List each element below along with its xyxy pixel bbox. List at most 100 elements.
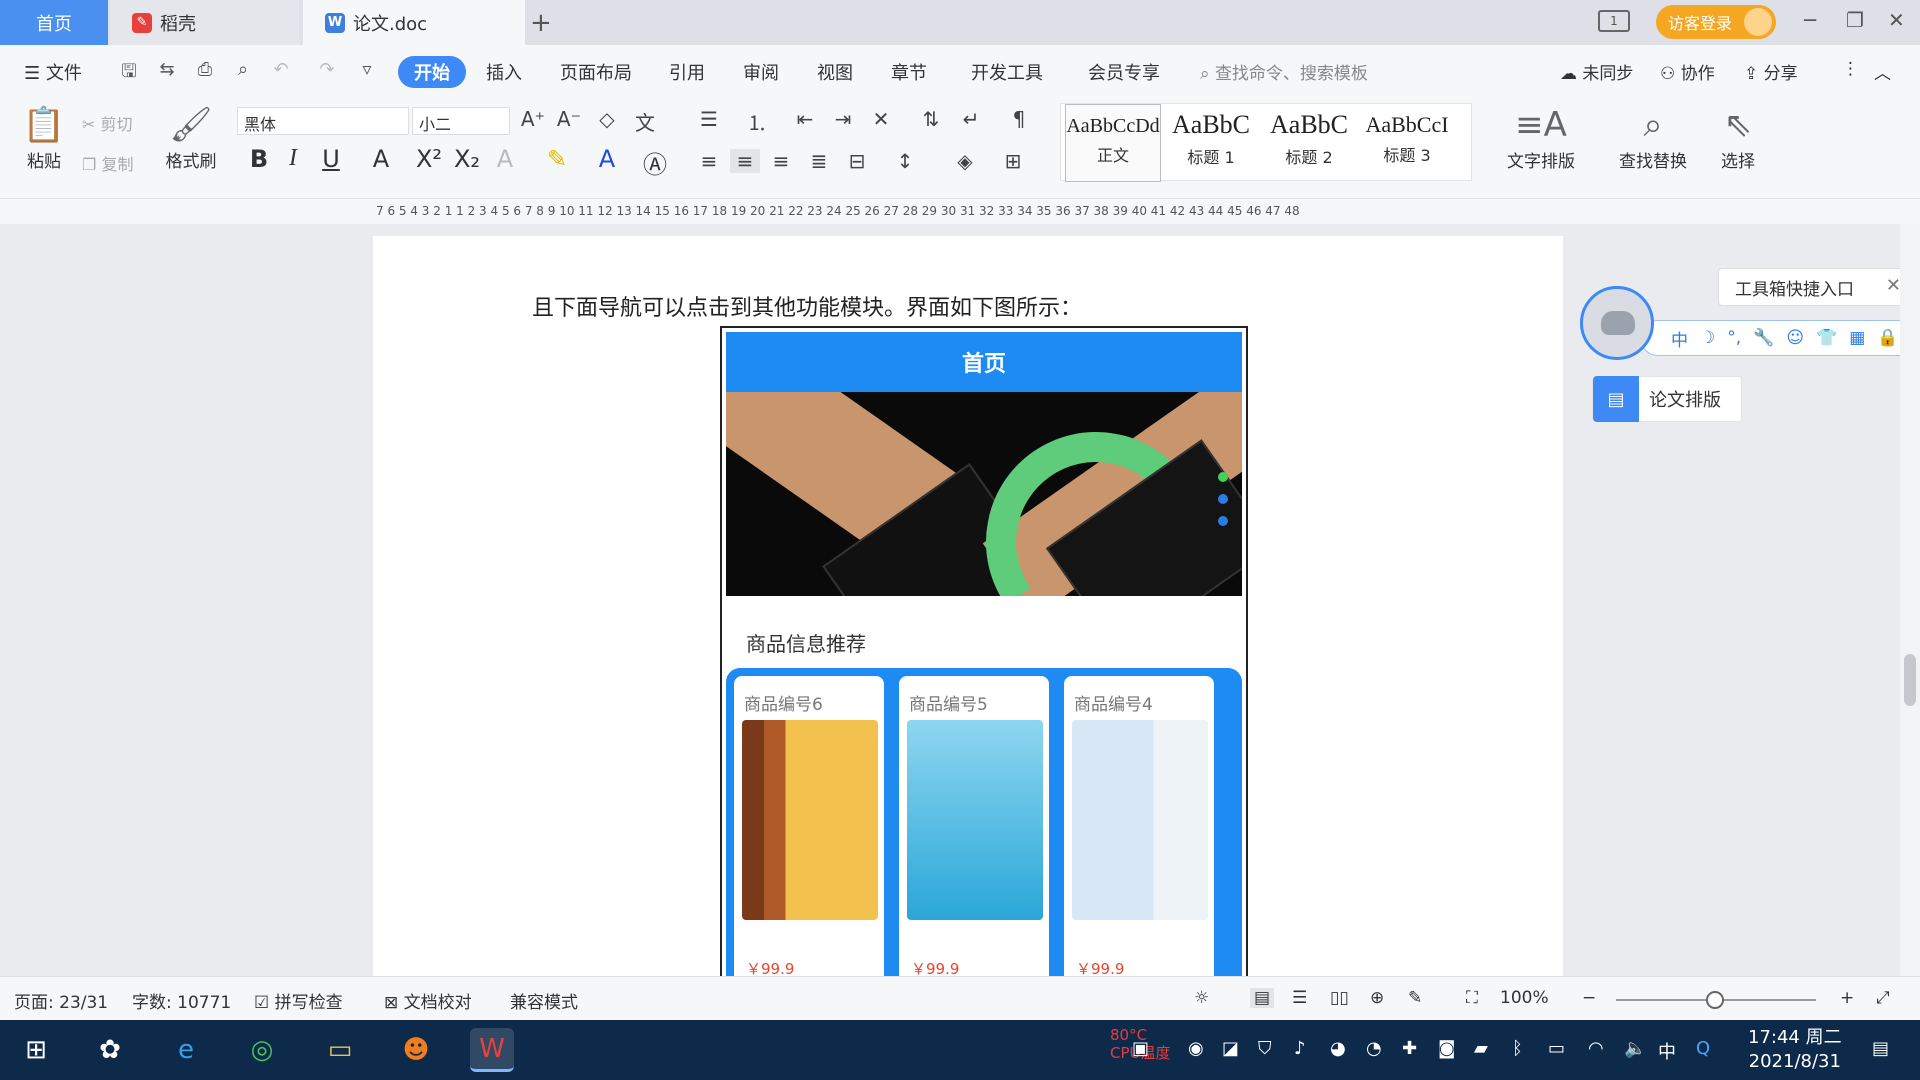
word-count[interactable]: 字数: 10771 [132, 988, 231, 1013]
font-name-select[interactable]: 黑体 [237, 107, 409, 135]
sync-status-button[interactable]: ☁ 未同步 [1560, 59, 1633, 84]
spell-check-button[interactable]: ☑ 拼写检查 [254, 988, 343, 1013]
zoom-level[interactable]: 100% [1500, 988, 1549, 1008]
shading-icon[interactable]: ◈ [950, 149, 980, 173]
share-button[interactable]: ⇪ 分享 [1744, 59, 1798, 84]
cut-button[interactable]: ✂ 剪切 [82, 111, 133, 135]
document-paragraph[interactable]: 且下面导航可以点击到其他功能模块。界面如下图所示： [532, 290, 1082, 322]
print-icon[interactable]: ⎙ [194, 59, 216, 81]
italic-icon[interactable]: I [278, 145, 308, 172]
ime-language-indicator[interactable]: 中 [1658, 1038, 1676, 1064]
copy-button[interactable]: ❐ 复制 [82, 151, 133, 175]
app-tray-icon-5[interactable]: ◙ [1438, 1038, 1455, 1059]
horizontal-ruler[interactable]: 7 6 5 4 3 2 1 1 2 3 4 5 6 7 8 9 10 11 12… [0, 199, 1920, 224]
more-icon[interactable]: ⋮ [1842, 59, 1859, 79]
borders-icon[interactable]: ⊞ [998, 149, 1028, 173]
wps-office-icon[interactable]: W [470, 1028, 514, 1072]
increase-indent-icon[interactable]: ⇥ [828, 107, 858, 131]
page-indicator[interactable]: 页面: 23/31 [14, 988, 108, 1013]
close-window-button[interactable]: ✕ [1888, 8, 1905, 32]
font-size-select[interactable]: 小二 [412, 107, 510, 135]
customize-chevron-icon[interactable]: ▿ [356, 59, 378, 81]
export-icon[interactable]: ⇆ [156, 59, 178, 81]
fit-page-icon[interactable]: ⛶ [1466, 988, 1478, 1008]
style-normal[interactable]: AaBbCcDd 正文 [1065, 104, 1161, 182]
chinese-layout-icon[interactable]: ✕ [866, 107, 896, 131]
bluetooth-icon[interactable]: ᛒ [1512, 1038, 1523, 1059]
justify-icon[interactable]: ≣ [804, 149, 834, 173]
redo-icon[interactable]: ↷ [316, 59, 338, 81]
scrollbar-thumb[interactable] [1904, 654, 1916, 706]
numbered-list-icon[interactable]: ⒈ [742, 107, 772, 136]
style-heading-1[interactable]: AaBbC 标题 1 [1163, 104, 1259, 182]
file-explorer-icon[interactable]: ▭ [318, 1028, 362, 1072]
find-replace-button[interactable]: ⌕ 查找替换 [1608, 103, 1698, 172]
print-preview-icon[interactable]: ⌕ [232, 59, 254, 81]
reading-view-icon[interactable]: ▯▯ [1330, 988, 1349, 1008]
command-search[interactable]: ⌕ 查找命令、搜索模板 [1200, 59, 1368, 84]
style-heading-3[interactable]: AaBbCcI 标题 3 [1359, 104, 1455, 182]
doc-proof-button[interactable]: ⊠ 文档校对 [384, 988, 472, 1013]
volume-icon[interactable]: 🔈 [1624, 1038, 1646, 1059]
system-clock[interactable]: 17:44 周二 2021/8/31 [1748, 1026, 1842, 1074]
emoji-icon[interactable]: ☺ [1786, 328, 1804, 348]
guest-login-button[interactable]: 访客登录 [1656, 5, 1776, 39]
grow-font-icon[interactable]: A⁺ [518, 107, 548, 131]
shield-icon[interactable]: ⛉ [1258, 1038, 1272, 1059]
app-tray-icon-1[interactable]: ◉ [1188, 1038, 1204, 1059]
align-left-icon[interactable]: ≡ [694, 149, 724, 173]
file-menu[interactable]: ☰ 文件 [24, 59, 82, 85]
restore-button[interactable]: ❐ [1846, 8, 1864, 32]
page-view-icon[interactable]: ▤ [1250, 988, 1275, 1008]
collapse-ribbon-icon[interactable]: ︿ [1874, 59, 1891, 84]
eye-protection-icon[interactable]: ☼ [1194, 988, 1209, 1008]
select-button[interactable]: ⇖ 选择 [1708, 103, 1768, 172]
embedded-app-screenshot[interactable]: 首页 商品信息推荐 商品编号6 ￥99.9 商品编号5 ￥99.9 商品编号4 [720, 326, 1248, 976]
nvidia-icon[interactable]: ▰ [1474, 1038, 1488, 1059]
show-marks-icon[interactable]: ¶ [1004, 107, 1034, 131]
collaborate-button[interactable]: ⚇ 协作 [1660, 59, 1715, 84]
zoom-out-icon[interactable]: − [1582, 988, 1596, 1008]
menu-page-layout-tab[interactable]: 页面布局 [560, 59, 632, 85]
tab-daoke[interactable]: ✎ 稻壳 [110, 0, 300, 45]
char-border-icon[interactable]: Ⓐ [640, 145, 670, 180]
minimize-button[interactable]: ─ [1804, 8, 1816, 32]
punctuation-icon[interactable]: °, [1727, 328, 1741, 348]
close-icon[interactable]: ✕ [1886, 275, 1901, 296]
pinwheel-app-icon[interactable]: ✿ [88, 1028, 132, 1072]
line-spacing-icon[interactable]: ↕ [890, 149, 920, 173]
line-break-icon[interactable]: ↵ [956, 107, 986, 131]
outline-view-icon[interactable]: ☰ [1292, 988, 1307, 1008]
zoom-in-icon[interactable]: + [1840, 988, 1854, 1008]
qq-browser-icon[interactable]: Q [1696, 1038, 1710, 1059]
action-center-icon[interactable]: ▤ [1872, 1038, 1889, 1059]
notification-bell-icon[interactable]: ♪ [1294, 1038, 1306, 1059]
app-tray-icon-4[interactable]: ✚ [1402, 1038, 1417, 1059]
thesis-layout-button[interactable]: ▤ 论文排版 [1592, 376, 1742, 422]
phonetic-guide-icon[interactable]: 文 [630, 107, 660, 136]
pen-icon[interactable]: ✎ [1408, 988, 1422, 1008]
menu-view-tab[interactable]: 视图 [817, 59, 853, 85]
toolbox-shortcut-tip[interactable]: 工具箱快捷入口 ✕ [1718, 268, 1910, 306]
moon-icon[interactable]: ☽ [1700, 328, 1715, 348]
align-center-icon[interactable]: ≡ [730, 149, 760, 173]
lock-icon[interactable]: 🔒 [1877, 328, 1898, 348]
battery-icon[interactable]: ▭ [1548, 1038, 1565, 1059]
font-color-icon[interactable]: A [592, 145, 622, 173]
menu-review-tab[interactable]: 审阅 [743, 59, 779, 85]
ime-chinese-icon[interactable]: 中 [1671, 326, 1688, 351]
menu-insert-tab[interactable]: 插入 [486, 59, 522, 85]
app-tray-icon-3[interactable]: ◔ [1366, 1038, 1382, 1059]
start-windows-icon[interactable]: ⊞ [14, 1028, 58, 1072]
grid-icon[interactable]: ▦ [1849, 328, 1865, 348]
menu-member-tab[interactable]: 会员专享 [1088, 59, 1160, 85]
align-right-icon[interactable]: ≡ [766, 149, 796, 173]
style-heading-2[interactable]: AaBbC 标题 2 [1261, 104, 1357, 182]
text-effect-icon[interactable]: A [490, 145, 520, 173]
paste-button[interactable]: 📋 粘贴 [16, 103, 72, 172]
monitor-tray-icon[interactable]: ▣ [1132, 1038, 1149, 1059]
save-icon[interactable]: 🖫 [118, 59, 140, 82]
distributed-icon[interactable]: ⊟ [842, 149, 872, 173]
layout-toggle-icon[interactable]: 1 [1598, 10, 1630, 32]
bold-icon[interactable]: B [244, 145, 274, 173]
